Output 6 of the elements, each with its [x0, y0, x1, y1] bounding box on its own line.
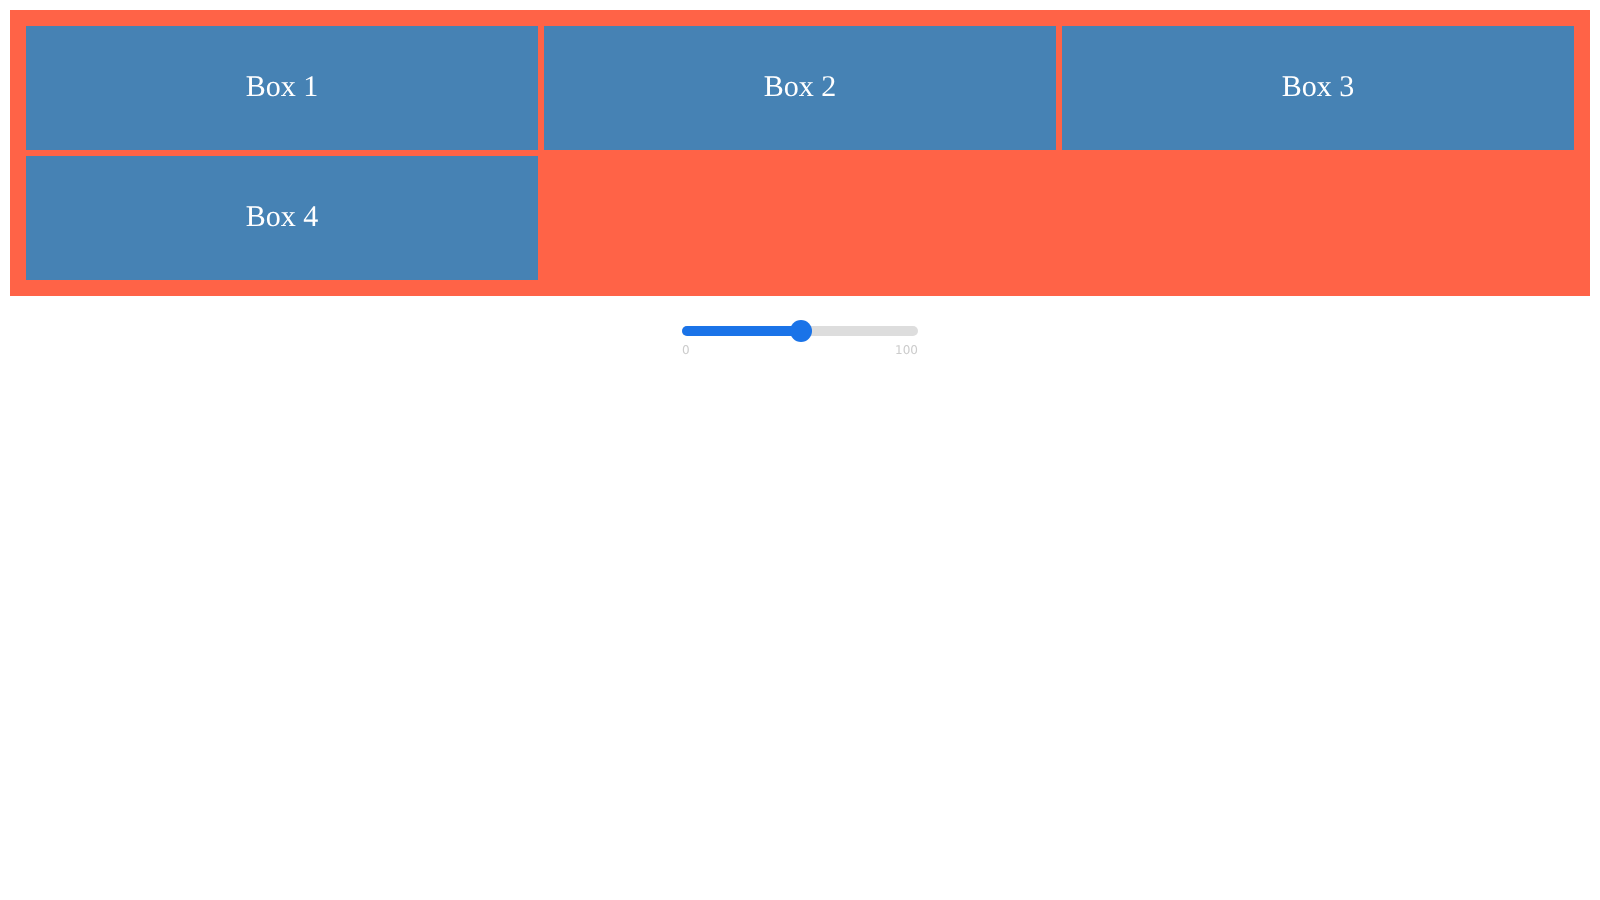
slider-thumb[interactable] [790, 320, 812, 342]
grid-box: Box 4 [26, 156, 538, 280]
slider-track[interactable] [682, 326, 918, 336]
grid-box: Box 1 [26, 26, 538, 150]
grid-box: Box 3 [1062, 26, 1574, 150]
grid-box: Box 2 [544, 26, 1056, 150]
